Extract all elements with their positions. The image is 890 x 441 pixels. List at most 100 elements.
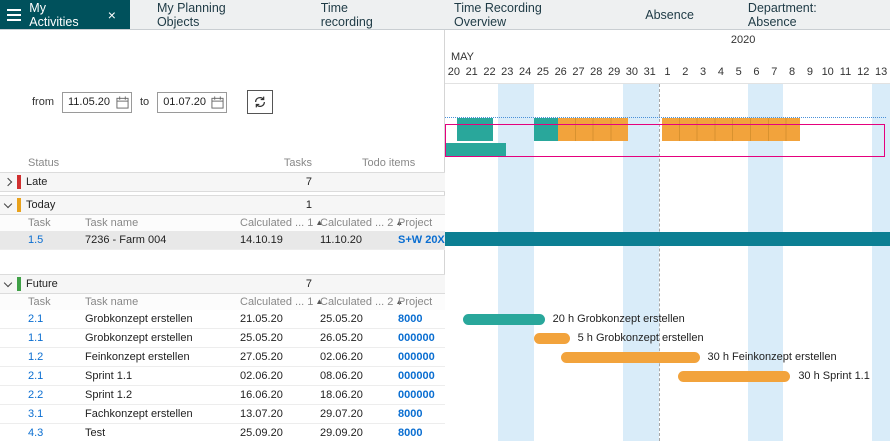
calculated-date-1: 21.05.20 [240, 310, 283, 329]
tab-absence[interactable]: Absence [618, 0, 721, 29]
todo-items-column-header: Todo items [362, 155, 415, 172]
task-id-link[interactable]: 2.2 [28, 386, 43, 405]
gantt-task-bar-2[interactable] [561, 352, 700, 363]
tab-time-recording[interactable]: Time recording [294, 0, 427, 29]
gantt-task-bar-3[interactable] [678, 371, 790, 382]
task-id-link[interactable]: 2.1 [28, 367, 43, 386]
column-header-calculated-1[interactable]: Calculated ... 1▲ [240, 294, 323, 310]
tab-department-absence[interactable]: Department: Absence [721, 0, 890, 29]
column-header-calculated-2[interactable]: Calculated ... 2▲ [320, 215, 403, 231]
day-label: 1 [659, 66, 677, 78]
column-header-task[interactable]: Task [28, 294, 51, 310]
group-task-count: 7 [240, 173, 312, 191]
day-label: 8 [783, 66, 801, 78]
day-label: 22 [481, 66, 499, 78]
gantt-month-label: MAY [451, 51, 474, 63]
hamburger-icon [7, 9, 21, 21]
project-link[interactable]: 000000 [398, 348, 435, 367]
group-name: Late [26, 173, 47, 191]
column-header-row: Task Task name Calculated ... 1▲Calculated… [0, 294, 445, 310]
task-id-link[interactable]: 4.3 [28, 424, 43, 441]
calculated-date-1: 25.05.20 [240, 329, 283, 348]
task-name: Sprint 1.2 [85, 386, 132, 405]
project-link[interactable]: 000000 [398, 329, 435, 348]
gantt-day-row: 2021222324252627282930311234567891011121… [445, 66, 890, 82]
task-id-link[interactable]: 3.1 [28, 405, 43, 424]
collapse-icon[interactable] [4, 279, 12, 287]
column-header-project[interactable]: Project [398, 294, 432, 310]
project-link[interactable]: 8000 [398, 424, 422, 441]
day-label: 31 [641, 66, 659, 78]
tab-my-activities[interactable]: My Activities × [27, 0, 130, 29]
task-name: Grobkonzept erstellen [85, 310, 193, 329]
tab-time-recording-overview[interactable]: Time Recording Overview [427, 0, 618, 29]
expand-icon[interactable] [4, 178, 12, 186]
from-date-input[interactable] [62, 92, 132, 113]
group-row-late[interactable]: Late 7 [0, 172, 445, 192]
tab-bar: My Activities × My Planning ObjectsTime … [0, 0, 890, 30]
gantt-bar-label: 20 h Grobkonzept erstellen [553, 314, 685, 325]
table-row[interactable]: 1.57236 - Farm 00414.10.1911.10.20S+W 20… [0, 231, 445, 250]
calculated-date-2: 08.06.20 [320, 367, 363, 386]
collapse-icon[interactable] [4, 200, 12, 208]
table-row[interactable]: 1.2Feinkonzept erstellen27.05.2002.06.20… [0, 348, 445, 367]
task-id-link[interactable]: 1.2 [28, 348, 43, 367]
task-table: Late7Today1TaskTask nameCalculated ... 1… [0, 172, 445, 441]
project-link[interactable]: 8000 [398, 310, 422, 329]
table-row[interactable]: 4.3Test25.09.2029.09.208000 [0, 424, 445, 441]
table-row[interactable]: 2.2Sprint 1.216.06.2018.06.20000000 [0, 386, 445, 405]
table-row[interactable]: 1.1Grobkonzept erstellen25.05.2026.05.20… [0, 329, 445, 348]
group-name: Future [26, 275, 58, 293]
day-label: 28 [587, 66, 605, 78]
day-label: 13 [872, 66, 890, 78]
task-name: Grobkonzept erstellen [85, 329, 193, 348]
close-icon[interactable]: × [106, 8, 118, 22]
table-row[interactable]: 3.1Fachkonzept erstellen13.07.2029.07.20… [0, 405, 445, 424]
gantt-task-bar-1[interactable] [534, 333, 570, 344]
column-header-task-name[interactable]: Task name [85, 294, 138, 310]
column-header-task[interactable]: Task [28, 215, 51, 231]
gantt-body[interactable]: 20 h Grobkonzept erstellen 5 h Grobkonzep… [445, 84, 890, 441]
date-filter-row: from to [32, 90, 273, 114]
to-date-input[interactable] [157, 92, 227, 113]
column-header-project[interactable]: Project [398, 215, 432, 231]
day-label: 11 [837, 66, 855, 78]
day-label: 27 [570, 66, 588, 78]
column-header-calculated-1[interactable]: Calculated ... 1▲ [240, 215, 323, 231]
gantt-bar-label: 5 h Grobkonzept erstellen [578, 333, 704, 344]
table-row[interactable]: 2.1Sprint 1.102.06.2008.06.20000000 [0, 367, 445, 386]
from-date-field[interactable] [62, 92, 132, 113]
calculated-date-1: 02.06.20 [240, 367, 283, 386]
task-id-link[interactable]: 2.1 [28, 310, 43, 329]
tab-my-planning-objects[interactable]: My Planning Objects [130, 0, 294, 29]
day-label: 26 [552, 66, 570, 78]
project-link[interactable]: 8000 [398, 405, 422, 424]
day-label: 24 [516, 66, 534, 78]
table-row[interactable]: 2.1Grobkonzept erstellen21.05.2025.05.20… [0, 310, 445, 329]
task-id-link[interactable]: 1.1 [28, 329, 43, 348]
task-id-link[interactable]: 1.5 [28, 231, 43, 250]
hamburger-menu-button[interactable] [0, 0, 27, 29]
calculated-date-1: 25.09.20 [240, 424, 283, 441]
project-link[interactable]: 000000 [398, 367, 435, 386]
group-row-today[interactable]: Today1 [0, 195, 445, 215]
gantt-task-bar-0[interactable] [463, 314, 545, 325]
calculated-date-2: 02.06.20 [320, 348, 363, 367]
project-link[interactable]: 000000 [398, 386, 435, 405]
project-link[interactable]: S+W 20X [398, 231, 445, 250]
group-row-future[interactable]: Future7 [0, 274, 445, 294]
gantt-year-label: 2020 [731, 34, 755, 46]
gantt-bar-7236-farm-004[interactable] [445, 232, 890, 246]
refresh-icon [253, 95, 267, 109]
task-list-panel: from to [0, 30, 445, 441]
to-date-field[interactable] [157, 92, 227, 113]
column-header-calculated-2[interactable]: Calculated ... 2▲ [320, 294, 403, 310]
active-tab-label: My Activities [29, 1, 95, 29]
group-name: Today [26, 196, 55, 214]
refresh-button[interactable] [247, 90, 273, 114]
day-label: 20 [445, 66, 463, 78]
day-label: 2 [676, 66, 694, 78]
column-header-task-name[interactable]: Task name [85, 215, 138, 231]
selection-outline [445, 124, 885, 157]
calculated-date-2: 29.09.20 [320, 424, 363, 441]
